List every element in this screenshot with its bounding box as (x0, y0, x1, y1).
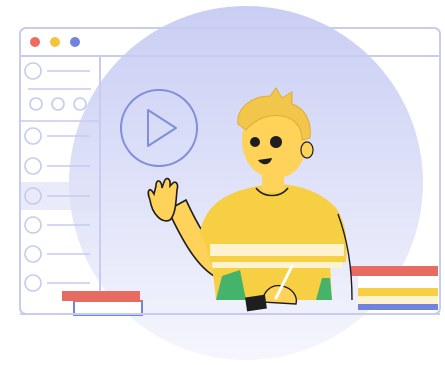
sidebar-option-dot-2[interactable] (51, 97, 65, 111)
book-red-left (62, 291, 140, 301)
list-item-circle (24, 157, 42, 175)
book-white-right (358, 276, 438, 288)
book-yellow-right (358, 288, 438, 296)
sidebar-option-dot-3[interactable] (73, 97, 87, 111)
list-item-circle (24, 245, 42, 263)
window-close-dot[interactable] (30, 37, 40, 47)
sidebar-option-dot-1[interactable] (29, 97, 43, 111)
sidebar-list-item[interactable] (24, 274, 90, 292)
sidebar-list-item[interactable] (24, 245, 90, 263)
book-stack-left (62, 291, 143, 316)
window-maximize-dot[interactable] (70, 37, 80, 47)
list-item-circle (24, 216, 42, 234)
notebook (245, 294, 267, 312)
person-left-eye (250, 137, 260, 147)
person-shirt-stripe-2 (212, 262, 342, 268)
list-item-circle (24, 274, 42, 292)
person-ear (300, 141, 314, 159)
online-learning-illustration (19, 6, 441, 360)
book-blue-left (73, 300, 143, 316)
window-minimize-dot[interactable] (50, 37, 60, 47)
illustration-stage (0, 0, 445, 365)
person-right-eye (270, 136, 282, 148)
sidebar-panel (20, 56, 101, 314)
book-blue-right (358, 304, 438, 310)
list-item-circle (24, 127, 42, 145)
window-controls-icon[interactable] (30, 37, 80, 47)
book-cream-right (358, 296, 438, 304)
book-red-right (351, 266, 438, 276)
sidebar-avatar-circle[interactable] (24, 62, 42, 80)
person-shirt-stripe-1 (210, 244, 344, 256)
book-stack-right (351, 266, 438, 310)
